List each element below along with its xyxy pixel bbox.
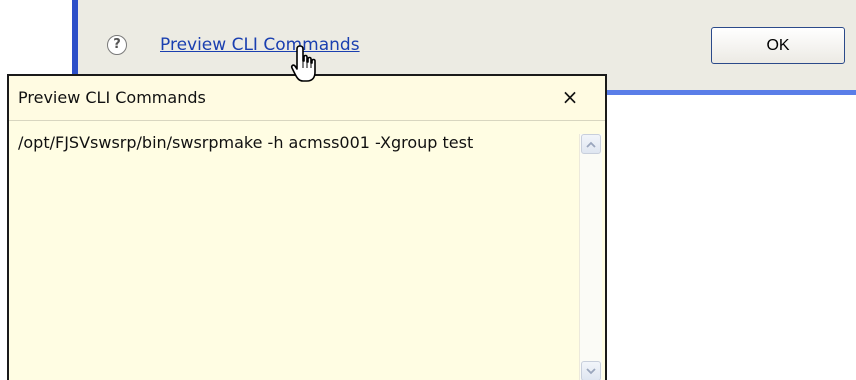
chevron-down-icon [586, 368, 596, 375]
scroll-down-button[interactable] [581, 361, 601, 380]
preview-cli-commands-link[interactable]: Preview CLI Commands [160, 35, 360, 55]
preview-cli-popup: Preview CLI Commands × /opt/FJSVswsrp/bi… [7, 74, 607, 380]
chevron-up-icon [586, 141, 596, 148]
ok-button[interactable]: OK [711, 27, 845, 64]
scroll-up-button[interactable] [581, 134, 601, 154]
screen: ? Preview CLI Commands OK Preview CLI Co… [0, 0, 856, 380]
help-icon[interactable]: ? [107, 35, 127, 55]
command-text-area[interactable]: /opt/FJSVswsrp/bin/swsrpmake -h acmss001… [9, 121, 605, 380]
popup-title: Preview CLI Commands [18, 88, 206, 107]
hand-pointer-cursor-icon [290, 45, 316, 82]
close-icon[interactable]: × [559, 86, 581, 108]
cli-command-text: /opt/FJSVswsrp/bin/swsrpmake -h acmss001… [18, 133, 474, 152]
vertical-scrollbar[interactable] [579, 134, 602, 380]
